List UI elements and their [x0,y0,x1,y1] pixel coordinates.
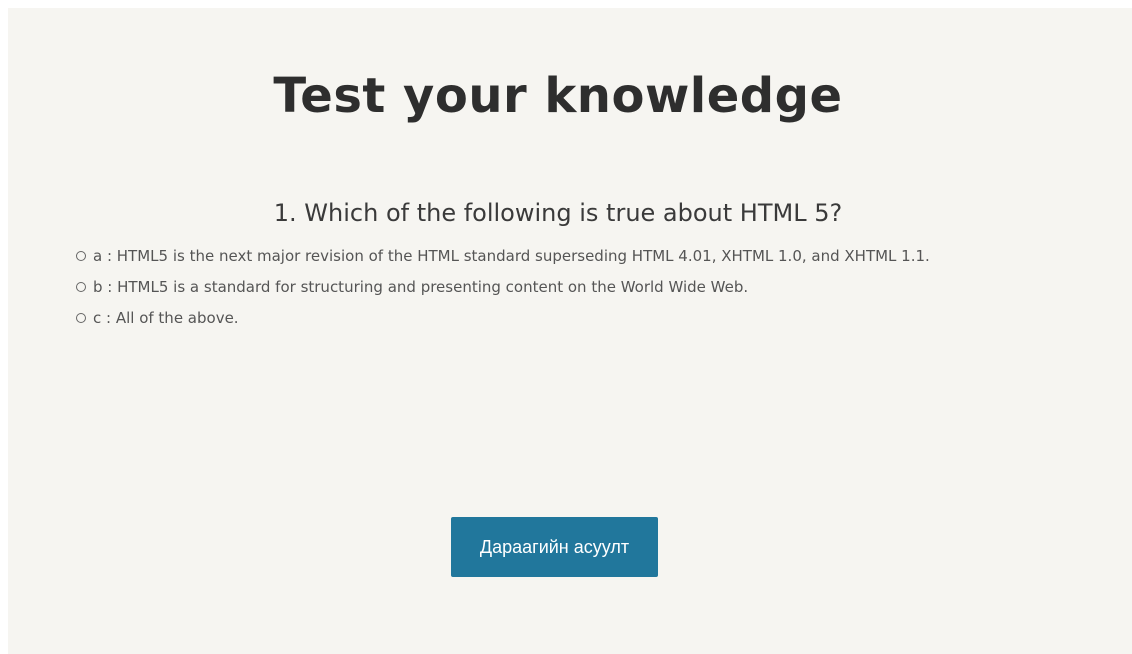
radio-button-b[interactable] [76,281,86,292]
radio-button-a[interactable] [76,250,86,261]
answer-option-b[interactable]: b : HTML5 is a standard for structuring … [76,271,930,302]
answer-label-b: b : HTML5 is a standard for structuring … [93,277,749,296]
next-question-button[interactable]: Дараагийн асуулт [451,517,658,577]
answer-option-a[interactable]: a : HTML5 is the next major revision of … [76,240,930,271]
answer-option-c[interactable]: c : All of the above. [76,302,930,333]
quiz-container: Test your knowledge 1. Which of the foll… [8,8,1132,654]
page-title: Test your knowledge [273,68,843,124]
radio-button-c[interactable] [76,312,86,323]
answer-label-c: c : All of the above. [93,308,239,327]
question-text: 1. Which of the following is true about … [273,199,843,227]
answer-list: a : HTML5 is the next major revision of … [76,240,930,333]
answer-label-a: a : HTML5 is the next major revision of … [93,246,930,265]
